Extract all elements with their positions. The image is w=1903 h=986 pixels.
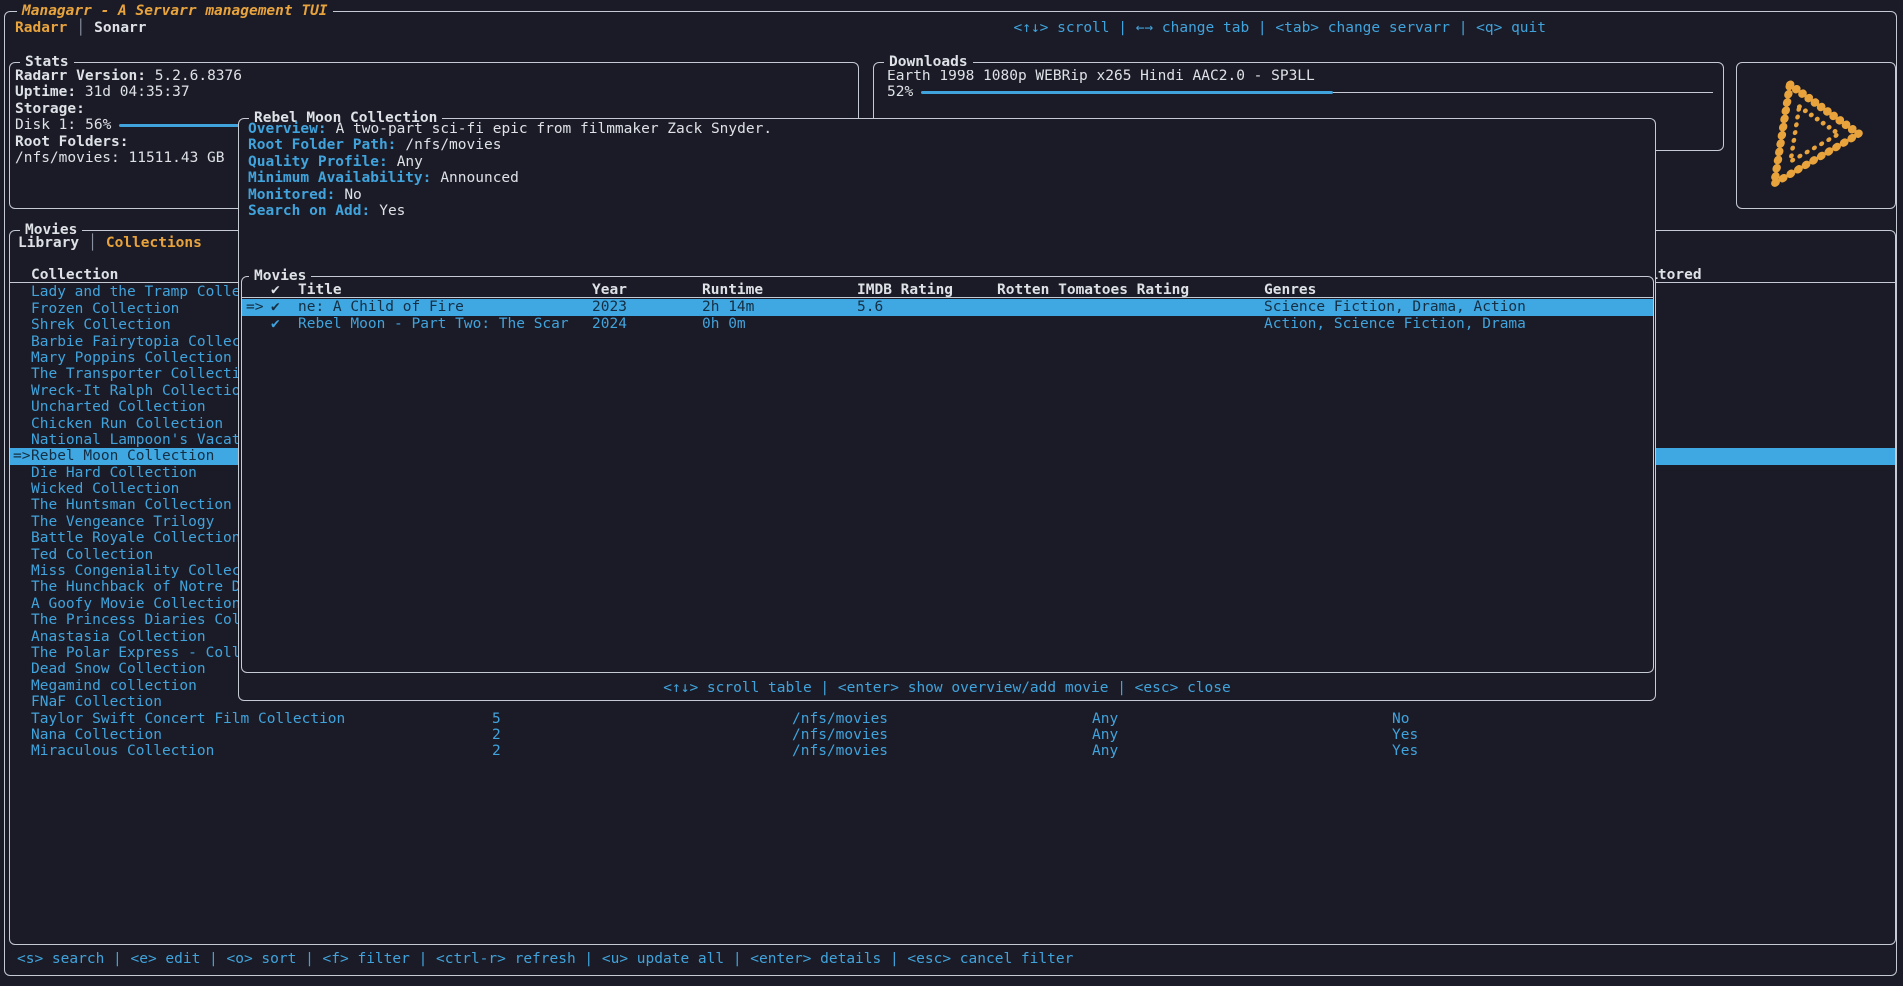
- header-runtime: Runtime: [702, 282, 763, 298]
- collection-root-folder: /nfs/movies: [792, 711, 888, 727]
- bottom-keybindings: <s> search | <e> edit | <o> sort | <f> f…: [17, 951, 1073, 967]
- collection-row[interactable]: Taylor Swift Concert Film Collection 5 /…: [10, 711, 1895, 727]
- tab-radarr[interactable]: Radarr: [15, 20, 67, 36]
- app-title: Managarr - A Servarr management TUI: [17, 3, 333, 19]
- movie-genres: Science Fiction, Drama, Action: [1264, 299, 1526, 315]
- movie-title: ne: A Child of Fire: [298, 299, 464, 315]
- collection-name: Battle Royale Collection: [31, 530, 241, 546]
- managarr-play-logo-icon: [1750, 70, 1882, 202]
- top-keybindings: <↑↓> scroll | ←→ change tab | <tab> chan…: [1013, 20, 1546, 36]
- collection-name: Die Hard Collection: [31, 465, 197, 481]
- movie-title: Rebel Moon - Part Two: The Scar: [298, 316, 569, 332]
- collection-name: Dead Snow Collection: [31, 661, 206, 677]
- movies-tabs: Library │ Collections: [18, 235, 202, 251]
- collection-name: A Goofy Movie Collection: [31, 596, 241, 612]
- collection-name: Chicken Run Collection: [31, 416, 223, 432]
- collection-quality-profile: Any: [1092, 727, 1118, 743]
- tab-collections[interactable]: Collections: [106, 235, 202, 251]
- collection-movie-count: 2: [492, 727, 501, 743]
- collection-name: Rebel Moon Collection: [31, 448, 214, 464]
- collection-name: Mary Poppins Collection: [31, 350, 232, 366]
- collection-name: Uncharted Collection: [31, 399, 206, 415]
- movie-year: 2023: [592, 299, 627, 315]
- movie-year: 2024: [592, 316, 627, 332]
- movie-imdb-rating: 5.6: [857, 299, 883, 315]
- header-rotten-tomatoes-rating: Rotten Tomatoes Rating: [997, 282, 1189, 298]
- header-title: Title: [298, 282, 342, 298]
- selection-arrow: =>: [13, 448, 30, 464]
- collection-quality-profile: Any: [1092, 711, 1118, 727]
- collection-fields: Overview:A two-part sci-fi epic from fil…: [248, 121, 772, 219]
- movie-genres: Action, Science Fiction, Drama: [1264, 316, 1526, 332]
- field-search-on-add: Search on Add:Yes: [248, 203, 772, 219]
- field-monitored: Monitored:No: [248, 187, 772, 203]
- field-overview: Overview:A two-part sci-fi epic from fil…: [248, 121, 772, 137]
- field-quality-profile: Quality Profile:Any: [248, 154, 772, 170]
- collection-name: Frozen Collection: [31, 301, 179, 317]
- radarr-version: Radarr Version: 5.2.6.8376: [15, 68, 850, 84]
- logo-panel: [1736, 62, 1896, 209]
- modal-movies-panel: Movies ✔ Title Year Runtime IMDB Rating …: [241, 276, 1654, 673]
- servarr-tabs: Radarr │ Sonarr: [15, 20, 147, 36]
- monitored-check-icon: ✔: [271, 316, 280, 332]
- collection-name: Miraculous Collection: [31, 743, 214, 759]
- collection-movie-count: 2: [492, 743, 501, 759]
- movie-row[interactable]: => ✔ ne: A Child of Fire 2023 2h 14m 5.6…: [242, 299, 1653, 315]
- app-window: Managarr - A Servarr management TUI Rada…: [4, 11, 1897, 976]
- selection-arrow: =>: [246, 299, 263, 315]
- downloads-panel-title: Downloads: [884, 54, 973, 70]
- movies-tab-separator: │: [88, 235, 97, 251]
- movie-list: => ✔ ne: A Child of Fire 2023 2h 14m 5.6…: [242, 299, 1653, 332]
- tab-sonarr[interactable]: Sonarr: [94, 20, 146, 36]
- collection-name: Taylor Swift Concert Film Collection: [31, 711, 345, 727]
- collection-quality-profile: Any: [1092, 743, 1118, 759]
- download-item: Earth 1998 1080p WEBRip x265 Hindi AAC2.…: [887, 68, 1713, 84]
- collection-root-folder: /nfs/movies: [792, 727, 888, 743]
- collection-name: Nana Collection: [31, 727, 162, 743]
- collection-name: The Vengeance Trilogy: [31, 514, 214, 530]
- header-year: Year: [592, 282, 627, 298]
- stats-panel-title: Stats: [20, 54, 74, 70]
- field-minimum-availability: Minimum Availability:Announced: [248, 170, 772, 186]
- field-root-folder-path: Root Folder Path:/nfs/movies: [248, 137, 772, 153]
- movie-row[interactable]: ✔ Rebel Moon - Part Two: The Scar 2024 0…: [242, 316, 1653, 332]
- collection-details-modal: Rebel Moon Collection Overview:A two-par…: [238, 118, 1656, 701]
- download-gauge-bar: [921, 84, 1713, 100]
- download-progress-gauge: 52%: [887, 84, 1713, 100]
- tab-separator: │: [76, 20, 85, 36]
- collection-name: Ted Collection: [31, 547, 153, 563]
- collection-root-folder: /nfs/movies: [792, 743, 888, 759]
- collections-header-collection: Collection: [31, 267, 118, 283]
- collection-name: Wicked Collection: [31, 481, 179, 497]
- movie-runtime: 0h 0m: [702, 316, 746, 332]
- collection-name: FNaF Collection: [31, 694, 162, 710]
- collection-name: Shrek Collection: [31, 317, 171, 333]
- collection-search-on-add: No: [1392, 711, 1409, 727]
- modal-keybindings: <↑↓> scroll table | <enter> show overvie…: [239, 680, 1655, 696]
- monitored-check-icon: ✔: [271, 299, 280, 315]
- collection-name: Wreck-It Ralph Collection: [31, 383, 249, 399]
- collection-search-on-add: Yes: [1392, 743, 1418, 759]
- header-genres: Genres: [1264, 282, 1316, 298]
- collection-search-on-add: Yes: [1392, 727, 1418, 743]
- collection-name: Megamind collection: [31, 678, 197, 694]
- collection-name: The Transporter Collection: [31, 366, 258, 382]
- tab-library[interactable]: Library: [18, 235, 79, 251]
- collection-name: The Huntsman Collection: [31, 497, 232, 513]
- collection-movie-count: 5: [492, 711, 501, 727]
- collection-row[interactable]: Miraculous Collection 2 /nfs/movies Any …: [10, 743, 1895, 759]
- uptime: Uptime: 31d 04:35:37: [15, 84, 850, 100]
- header-imdb-rating: IMDB Rating: [857, 282, 953, 298]
- collection-row[interactable]: Nana Collection 2 /nfs/movies Any Yes: [10, 727, 1895, 743]
- header-check-icon: ✔: [271, 282, 280, 298]
- movies-table-header: ✔ Title Year Runtime IMDB Rating Rotten …: [242, 282, 1653, 298]
- collection-name: Anastasia Collection: [31, 629, 206, 645]
- movie-runtime: 2h 14m: [702, 299, 754, 315]
